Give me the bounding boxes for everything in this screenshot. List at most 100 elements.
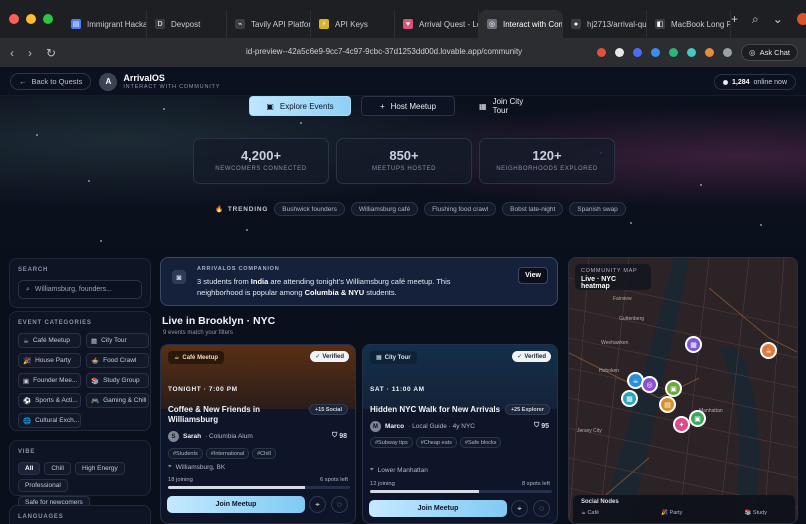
trending-chip[interactable]: Williamsburg café <box>350 202 419 216</box>
category-chip[interactable]: ▣ Founder Mee... <box>18 373 81 388</box>
extension-icon[interactable] <box>669 48 679 57</box>
chat-button[interactable]: ◌ <box>533 500 550 517</box>
join-city-tour-button[interactable]: ▦ Join City Tour <box>465 96 549 116</box>
extension-icon[interactable] <box>651 48 661 57</box>
map-node[interactable]: ◎ <box>641 376 658 393</box>
extension-icon[interactable] <box>687 48 697 57</box>
trending-chip[interactable]: Bushwick founders <box>274 202 345 216</box>
zoom-window-button[interactable] <box>43 14 53 24</box>
extension-icon[interactable] <box>633 48 643 57</box>
map-node[interactable]: ▤ <box>659 396 676 413</box>
extension-icon[interactable] <box>597 48 607 57</box>
event-card[interactable]: ▦ City Tour ✓ Verified SAT · 11:00 AM Hidd… <box>362 344 558 524</box>
building-icon: ▦ <box>376 355 382 361</box>
map-node[interactable]: ▦ <box>685 336 702 353</box>
puzzle-icon[interactable] <box>723 48 733 57</box>
check-icon: ✓ <box>315 354 321 360</box>
trending-label: 🔥 TRENDING <box>215 205 268 214</box>
trending-chip[interactable]: Bobst late-night <box>502 202 564 216</box>
community-map[interactable]: Fairview Guttenberg Weehawken Hoboken Ma… <box>568 257 798 524</box>
host-role: · Local Guide · 4y NYC <box>408 423 475 430</box>
host-meetup-button[interactable]: + Host Meetup <box>361 96 455 116</box>
category-chip[interactable]: ▦ City Tour <box>86 333 149 348</box>
event-tag-chip: #Chill <box>252 448 276 459</box>
event-title: Coffee & New Friends in Williamsburg <box>168 405 261 424</box>
search-input[interactable]: ⌕ Williamsburg, founders... <box>18 280 142 299</box>
legend-item: ☕ Café <box>581 510 600 516</box>
extension-icon[interactable] <box>705 48 715 57</box>
browser-tab[interactable]: D Devpost <box>147 10 227 38</box>
favicon-icon: D <box>155 19 165 29</box>
reload-icon[interactable]: ↻ <box>46 46 56 60</box>
minimize-window-button[interactable] <box>26 14 36 24</box>
browser-tab-bar: ▤ Immigrant Hackat D Devpost ⌁ Tavily API Pla… <box>0 0 806 38</box>
category-chip[interactable]: ⚽ Sports & Acti... <box>18 393 81 408</box>
search-panel: SEARCH ⌕ Williamsburg, founders... <box>9 258 151 308</box>
vibe-professional[interactable]: Professional <box>18 479 68 492</box>
stat-label: NEIGHBORHOODS EXPLORED <box>496 166 598 172</box>
vibe-chill[interactable]: Chill <box>44 462 71 475</box>
map-node[interactable]: ✦ <box>673 416 690 433</box>
stat-card: 4,200+ NEWCOMERS CONNECTED <box>193 138 329 184</box>
map-place-label: Fairview <box>613 296 632 302</box>
browser-tab[interactable]: ♥ Arrival Quest - Lov <box>395 10 479 38</box>
favicon-icon: ⚡ <box>319 19 329 29</box>
category-label: House Party <box>35 357 71 364</box>
category-chip[interactable]: 🌐 Cultural Exch... <box>18 413 81 428</box>
search-tabs-icon[interactable]: ⌕ <box>752 12 759 27</box>
capacity-fill <box>370 490 480 493</box>
vibe-panel: VIBE All Chill High Energy Professional … <box>9 440 151 509</box>
map-canvas <box>569 258 797 523</box>
tab-label: Tavily API Platform <box>251 19 311 29</box>
browser-tab[interactable]: ⚡ API Keys <box>311 10 395 38</box>
event-card-banner: ☕ Café Meetup ✓ Verified TONIGHT · 7:00 PM <box>161 345 355 409</box>
category-chip[interactable]: 🎉 House Party <box>18 353 81 368</box>
map-place-label: Jersey City <box>577 428 602 434</box>
join-meetup-button[interactable]: Join Meetup <box>167 496 305 513</box>
map-node[interactable]: ▣ <box>665 380 682 397</box>
category-chip[interactable]: 🎮 Gaming & Chill <box>86 393 149 408</box>
trending-chip[interactable]: Spanish swap <box>569 202 626 216</box>
category-chip[interactable]: ☕ Café Meetup <box>18 333 81 348</box>
verified-badge: ✓ Verified <box>512 351 551 362</box>
explore-events-button[interactable]: ▣ Explore Events <box>249 96 351 116</box>
map-node[interactable]: ▣ <box>689 410 706 427</box>
url-field[interactable]: id-preview--42a5c6e9-9cc7-4c97-9cbc-37d1… <box>246 47 522 56</box>
pin-icon: ⌖ <box>370 466 374 473</box>
browser-tab[interactable]: ⌁ Tavily API Platform <box>227 10 311 38</box>
view-button[interactable]: View <box>518 267 548 284</box>
close-window-button[interactable] <box>9 14 19 24</box>
category-label: Food Crawl <box>103 357 137 364</box>
robot-icon: ◙ <box>172 270 186 284</box>
online-suffix: online now <box>753 78 787 86</box>
browser-tab[interactable]: ◧ MacBook Long Pag <box>647 10 731 38</box>
joining-count: 12 joining <box>370 481 395 487</box>
map-pin-button[interactable]: ⌖ <box>511 500 528 517</box>
forward-arrow-icon[interactable]: › <box>28 46 32 60</box>
profile-avatar[interactable] <box>796 13 806 25</box>
extension-icon[interactable] <box>615 48 625 57</box>
back-to-quests-button[interactable]: ← Back to Quests <box>10 73 92 90</box>
map-pin-button[interactable]: ⌖ <box>309 496 326 513</box>
category-chip[interactable]: 📚 Study Group <box>86 373 149 388</box>
join-meetup-button[interactable]: Join Meetup <box>369 500 507 517</box>
browser-tab[interactable]: ● hj2713/arrival-que <box>563 10 647 38</box>
new-tab-button[interactable]: + <box>731 12 738 26</box>
ask-chat-button[interactable]: ◎ Ask Chat <box>741 44 798 61</box>
browser-tab[interactable]: ▤ Immigrant Hackat <box>63 10 147 38</box>
category-icon: 🎮 <box>91 397 100 405</box>
browser-tab[interactable]: ◎Interact with Com× <box>479 10 563 38</box>
vibe-high-energy[interactable]: High Energy <box>74 462 125 475</box>
category-chip[interactable]: 🍲 Food Crawl <box>86 353 149 368</box>
category-icon: 🌐 <box>23 417 32 425</box>
map-node[interactable]: ▦ <box>621 390 638 407</box>
trending-chip[interactable]: Flushing food crawl <box>424 202 497 216</box>
categories-panel: EVENT CATEGORIES ☕ Café Meetup ▦ City Tour 🎉… <box>9 311 151 431</box>
back-arrow-icon[interactable]: ‹ <box>10 46 14 60</box>
map-node[interactable]: ☕ <box>760 342 777 359</box>
vibe-all[interactable]: All <box>18 462 41 475</box>
category-icon: ⚽ <box>23 397 32 405</box>
tab-menu-icon[interactable]: ⌄ <box>773 12 783 26</box>
event-card[interactable]: ☕ Café Meetup ✓ Verified TONIGHT · 7:00 PM… <box>160 344 356 524</box>
chat-button[interactable]: ◌ <box>331 496 348 513</box>
